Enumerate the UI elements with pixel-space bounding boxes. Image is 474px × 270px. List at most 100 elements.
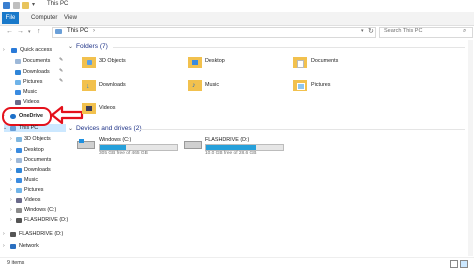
red-arrow-icon (50, 105, 84, 125)
group-divider (140, 129, 465, 130)
back-icon[interactable]: ← (6, 28, 13, 36)
forward-icon[interactable]: → (17, 28, 24, 36)
videos-icon (86, 106, 92, 111)
pictures-icon (297, 83, 305, 90)
collapse-chevron-icon[interactable]: ⌄ (68, 43, 73, 50)
details-view-icon[interactable] (450, 260, 458, 268)
drive-c-name[interactable]: Windows (C:) (99, 137, 131, 143)
folder-downloads[interactable]: Downloads (99, 82, 126, 88)
expand-chevron-icon[interactable]: › (10, 157, 12, 163)
group-divider (113, 47, 465, 48)
nav-quick-documents[interactable]: Documents (23, 58, 50, 64)
folder-3d-objects[interactable]: 3D Objects (99, 58, 126, 64)
drive-c-usage-fill (100, 145, 127, 150)
collapse-chevron-icon[interactable]: ⌄ (3, 125, 7, 131)
drive-c-detail: 305 GB free of 465 GB (99, 151, 148, 156)
nav-pc-pictures[interactable]: Pictures (24, 187, 43, 193)
nav-network[interactable]: Network (19, 243, 39, 249)
nav-quick-pictures[interactable]: Pictures (23, 79, 42, 85)
expand-chevron-icon[interactable]: › (10, 177, 12, 183)
address-path[interactable]: This PC (67, 28, 88, 34)
address-field[interactable] (52, 27, 376, 38)
search-placeholder: Search This PC (384, 28, 423, 34)
expand-chevron-icon[interactable]: › (10, 136, 12, 142)
expand-chevron-icon[interactable]: › (10, 147, 12, 153)
tab-computer[interactable]: Computer (31, 15, 57, 21)
vertical-scrollbar[interactable] (468, 40, 473, 256)
network-icon (10, 244, 16, 249)
nav-quick-downloads[interactable]: Downloads (23, 69, 50, 75)
properties-icon[interactable] (13, 2, 20, 9)
expand-chevron-icon[interactable]: › (3, 47, 5, 53)
item-count: 9 items (7, 260, 25, 266)
nav-pc-videos[interactable]: Videos (24, 197, 40, 203)
nav-pc-flashdrive-d[interactable]: FLASHDRIVE (D:) (24, 217, 68, 223)
expand-chevron-icon[interactable]: › (10, 197, 12, 203)
drive-c-usage-bar (99, 144, 178, 151)
nav-flashdrive-root[interactable]: FLASHDRIVE (D:) (19, 231, 63, 237)
drive-d-usage-fill (206, 145, 257, 150)
nav-quick-music[interactable]: Music (23, 89, 37, 95)
drives-group-header[interactable]: Devices and drives (2) (76, 125, 142, 132)
drive-d-name[interactable]: FLASHDRIVE (D:) (205, 137, 249, 143)
usb-drive-icon (10, 232, 16, 237)
usb-drive-icon[interactable] (184, 141, 202, 149)
videos-icon (15, 100, 21, 105)
expand-chevron-icon[interactable]: › (10, 167, 12, 173)
recent-locations-icon[interactable]: ▾ (28, 28, 31, 36)
music-icon: ♪ (192, 82, 196, 89)
refresh-icon[interactable]: ↻ (368, 27, 374, 35)
3d-objects-icon (87, 60, 92, 65)
title-bar (0, 0, 474, 12)
music-icon (16, 178, 22, 183)
nav-pc-music[interactable]: Music (24, 177, 38, 183)
expand-chevron-icon[interactable]: › (10, 207, 12, 213)
star-icon (11, 48, 17, 53)
folder-music[interactable]: Music (205, 82, 219, 88)
folder-videos[interactable]: Videos (99, 105, 115, 111)
downloads-icon: ↓ (86, 83, 90, 90)
expand-chevron-icon[interactable]: › (10, 217, 12, 223)
computer-icon (55, 29, 62, 34)
nav-pc-documents[interactable]: Documents (24, 157, 51, 163)
folder-documents[interactable]: Documents (311, 58, 338, 64)
folder-pictures[interactable]: Pictures (311, 82, 330, 88)
expand-chevron-icon[interactable]: › (3, 231, 5, 237)
nav-pc-windows-c[interactable]: Windows (C:) (24, 207, 56, 213)
app-icon (3, 2, 10, 9)
nav-quick-videos[interactable]: Videos (23, 99, 39, 105)
drive-d-detail: 10.0 GB free of 28.6 GB (205, 151, 257, 156)
nav-pc-3d-objects[interactable]: 3D Objects (24, 136, 51, 142)
folder-desktop[interactable]: Desktop (205, 58, 225, 64)
expand-chevron-icon[interactable]: › (3, 243, 5, 249)
quick-access-dropdown-icon[interactable]: ▾ (32, 1, 35, 8)
computer-icon (10, 126, 16, 131)
pin-icon[interactable]: ✎ (59, 78, 63, 84)
nav-quick-access[interactable]: Quick access (20, 47, 52, 53)
search-icon: ⌕ (463, 28, 467, 34)
nav-pc-desktop[interactable]: Desktop (24, 147, 44, 153)
breadcrumb-chevron-icon[interactable]: › (93, 28, 95, 34)
expand-chevron-icon[interactable]: › (10, 187, 12, 193)
music-icon (15, 90, 21, 95)
status-bar (0, 257, 474, 270)
pictures-icon (15, 80, 21, 85)
nav-this-pc[interactable]: This PC (19, 125, 38, 131)
tab-view[interactable]: View (64, 15, 77, 21)
nav-pc-downloads[interactable]: Downloads (24, 167, 51, 173)
up-icon[interactable]: ↑ (37, 28, 41, 36)
window-title: This PC (47, 1, 69, 7)
3d-objects-icon (16, 137, 22, 142)
folders-group-header[interactable]: Folders (7) (76, 43, 108, 50)
pin-icon[interactable]: ✎ (59, 68, 63, 74)
large-icons-view-icon[interactable] (460, 260, 468, 268)
address-dropdown-icon[interactable]: ▾ (361, 28, 364, 34)
drive-d-usage-bar (205, 144, 284, 151)
desktop-icon (16, 148, 22, 153)
pin-icon[interactable]: ✎ (59, 57, 63, 63)
drive-icon (16, 208, 22, 213)
new-folder-icon[interactable] (22, 2, 29, 9)
usb-drive-icon (16, 218, 22, 223)
collapse-chevron-icon[interactable]: ⌄ (68, 125, 73, 132)
tab-file[interactable]: File (2, 12, 19, 24)
